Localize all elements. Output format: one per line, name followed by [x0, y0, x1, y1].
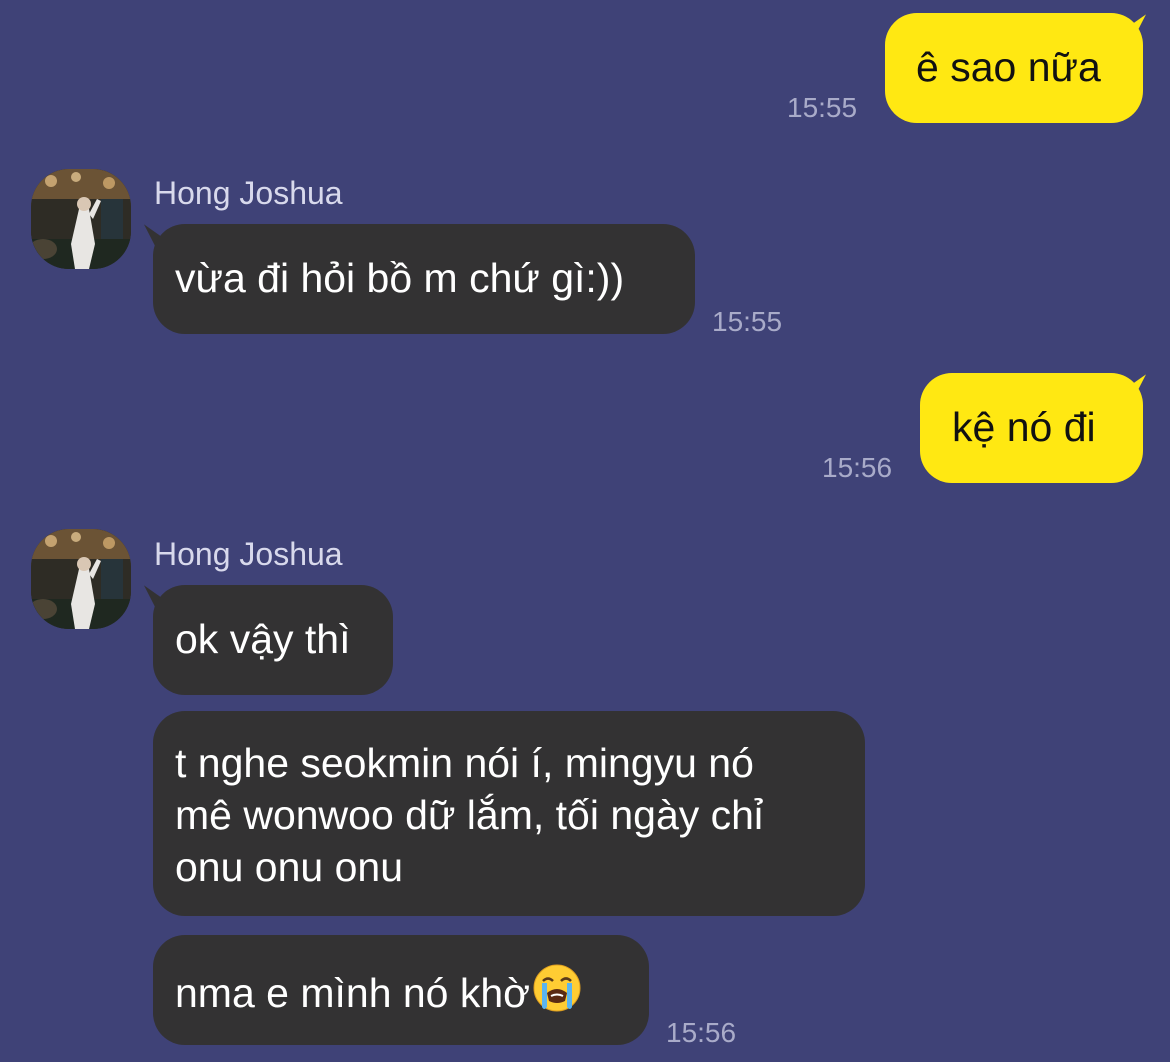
- message-text: kệ nó đi: [952, 404, 1096, 450]
- avatar[interactable]: [31, 169, 131, 269]
- avatar[interactable]: [31, 529, 131, 629]
- incoming-message-bubble[interactable]: nma e mình nó khờ: [153, 935, 649, 1045]
- chat-view: 15:55 ê sao nữa Hong Joshua vừa đi hỏi b…: [0, 0, 1170, 1062]
- incoming-message-bubble[interactable]: vừa đi hỏi bồ m chứ gì:)): [153, 224, 695, 334]
- avatar-photo: [31, 169, 131, 269]
- incoming-message-bubble[interactable]: ok vậy thì: [153, 585, 393, 695]
- sender-name: Hong Joshua: [154, 536, 343, 572]
- message-text-line: mê wonwoo dữ lắm, tối ngày chỉ: [175, 792, 764, 838]
- message-text-line: onu onu onu: [175, 844, 404, 890]
- incoming-message-bubble[interactable]: t nghe seokmin nói í, mingyu nó mê wonwo…: [153, 711, 865, 916]
- loudly-crying-face-emoji: [532, 963, 582, 1025]
- message-text: ê sao nữa: [916, 44, 1101, 90]
- message-timestamp: 15:55: [787, 92, 858, 123]
- message-text: nma e mình nó khờ: [175, 970, 531, 1016]
- message-text-line: t nghe seokmin nói í, mingyu nó: [175, 740, 754, 786]
- outgoing-message-bubble[interactable]: kệ nó đi: [920, 373, 1143, 483]
- message-text: vừa đi hỏi bồ m chứ gì:)): [175, 255, 625, 301]
- sender-name: Hong Joshua: [154, 175, 343, 211]
- outgoing-message-bubble[interactable]: ê sao nữa: [885, 13, 1143, 123]
- message-timestamp: 15:56: [822, 452, 893, 483]
- message-timestamp: 15:55: [712, 306, 783, 337]
- avatar-photo: [31, 529, 131, 629]
- message-text: ok vậy thì: [175, 616, 351, 662]
- message-timestamp: 15:56: [666, 1017, 737, 1048]
